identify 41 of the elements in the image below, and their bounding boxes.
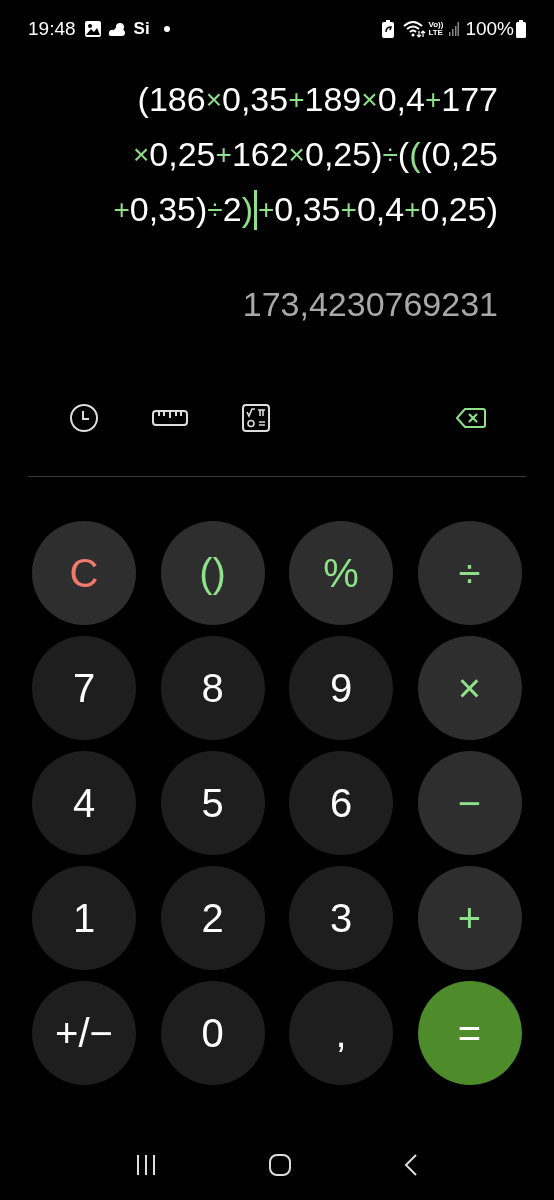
battery-percent: 100% [465, 16, 514, 41]
text-cursor [253, 189, 257, 230]
image-icon [83, 20, 102, 38]
keypad-key[interactable]: % [289, 521, 393, 625]
keypad-key[interactable]: 2 [160, 866, 265, 970]
keypad-key[interactable]: × [417, 636, 522, 740]
weather-icon [107, 21, 128, 37]
keypad-key[interactable]: +/− [32, 981, 136, 1085]
keypad-key[interactable]: = [417, 981, 522, 1085]
keypad-key[interactable]: , [289, 981, 393, 1085]
app-label: Si [133, 18, 150, 41]
keypad-key[interactable]: 0 [160, 981, 265, 1085]
keypad-key[interactable]: () [160, 521, 265, 625]
keypad-key[interactable]: 5 [160, 751, 265, 855]
result-text: 173,4230769231 [242, 284, 498, 325]
status-time: 19:48 [28, 16, 76, 41]
expression-text[interactable]: (186×0,35+189×0,4+177 ×0,25+162×0,25)÷(((0,25 +0,35)÷2)+0,35+0,4+0,25) [113, 72, 498, 237]
keypad-key[interactable]: 6 [289, 751, 393, 855]
ruler-icon[interactable] [152, 408, 188, 428]
keypad-key[interactable]: C [32, 521, 136, 625]
keypad-key[interactable]: 7 [32, 636, 136, 740]
keypad-key[interactable]: − [417, 751, 522, 855]
volte-label: Vo)) [428, 21, 444, 29]
keypad-key[interactable]: ÷ [417, 521, 522, 625]
backspace-icon[interactable] [456, 407, 486, 429]
history-clock-icon[interactable] [68, 402, 100, 434]
lte-label: LTE [428, 29, 444, 37]
wifi-icon [402, 20, 427, 38]
keypad-key[interactable]: 8 [160, 636, 265, 740]
battery-saver-icon [382, 20, 395, 38]
keypad-key[interactable]: 3 [289, 866, 393, 970]
scientific-mode-icon[interactable] [242, 404, 270, 432]
battery-icon [516, 20, 526, 38]
keypad-key[interactable]: + [417, 866, 522, 970]
keypad-key[interactable]: 4 [32, 751, 136, 855]
keypad-key[interactable]: 1 [32, 866, 136, 970]
back-icon[interactable] [402, 1153, 419, 1177]
recent-apps-icon[interactable] [135, 1154, 158, 1176]
keypad-key[interactable]: 9 [289, 636, 393, 740]
home-icon[interactable] [268, 1153, 292, 1177]
signal-icon [449, 22, 460, 36]
